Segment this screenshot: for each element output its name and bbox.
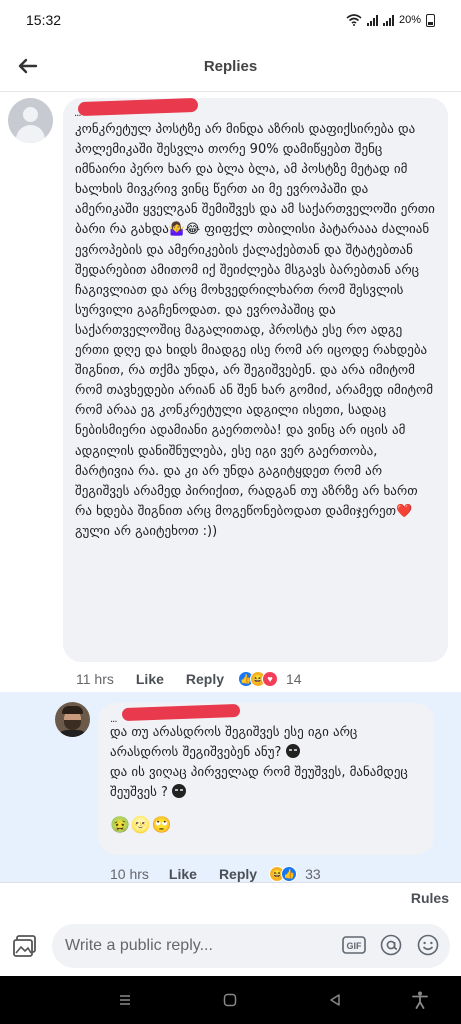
like-button[interactable]: Like	[169, 866, 197, 882]
battery-icon	[426, 13, 435, 27]
photo-icon	[13, 935, 36, 957]
reply-button[interactable]: Reply	[186, 671, 224, 687]
wifi-icon	[346, 14, 362, 26]
photo-button[interactable]	[12, 934, 38, 958]
reply-text: და თუ არასდროს შეგიშვეს ესე იგი არც არას…	[110, 723, 422, 803]
reply-line-2: და ის ვიღაც პირველად რომ შეუშვეს, მანამდ…	[110, 765, 412, 801]
home-icon	[223, 993, 237, 1007]
reaction-count: 14	[286, 671, 302, 687]
status-icons: 20%	[346, 13, 435, 27]
back-icon	[330, 994, 340, 1006]
reply-time: 10 hrs	[110, 866, 149, 882]
comment-actions: 11 hrs Like Reply 👍 😆 ♥ 14	[76, 671, 302, 687]
divider	[0, 882, 461, 883]
reply-composer: Write a public reply... GIF	[0, 920, 461, 974]
gif-button[interactable]: GIF	[341, 932, 367, 958]
recents-button[interactable]	[113, 988, 137, 1012]
dark-face-emoji-icon	[285, 744, 300, 759]
reaction-count: 33	[305, 866, 321, 882]
comment-author[interactable]: ...	[74, 108, 81, 119]
avatar-beard	[64, 720, 81, 730]
reply-bubble: და თუ არასდროს შეგიშვეს ესე იგი არც არას…	[98, 703, 434, 855]
system-back-button[interactable]	[323, 988, 347, 1012]
reply-emojis: 🤢🌝🙄	[110, 815, 173, 835]
home-button[interactable]	[218, 988, 242, 1012]
avatar[interactable]	[8, 98, 53, 143]
back-arrow-icon	[18, 58, 38, 74]
mention-button[interactable]	[378, 932, 404, 958]
reactions-summary[interactable]: 😆 👍	[269, 866, 298, 882]
emoji-icon	[417, 934, 439, 956]
composer-placeholder: Write a public reply...	[65, 937, 213, 954]
accessibility-icon	[412, 991, 428, 1009]
gif-icon: GIF	[342, 936, 366, 954]
reply-button[interactable]: Reply	[219, 866, 257, 882]
reactions-summary[interactable]: 👍 😆 ♥	[238, 671, 279, 687]
avatar[interactable]	[55, 702, 90, 737]
avatar-placeholder-body	[16, 125, 45, 143]
reply-author[interactable]: ...	[110, 714, 117, 725]
back-button[interactable]	[14, 52, 42, 80]
avatar-shirt	[57, 730, 88, 737]
signal-icon	[382, 14, 394, 26]
avatar-placeholder-head	[23, 107, 38, 122]
rules-link[interactable]: Rules	[411, 890, 449, 906]
avatar-hair	[62, 706, 83, 714]
emoji-button[interactable]	[415, 932, 441, 958]
svg-text:GIF: GIF	[347, 941, 363, 951]
like-button[interactable]: Like	[136, 671, 164, 687]
comment-text: კონკრეტულ პოსტზე არ მინდა აზრის დაფიქსირ…	[75, 122, 440, 539]
reply-actions: 10 hrs Like Reply 😆 👍 33	[110, 866, 321, 882]
love-reaction-icon: ♥	[262, 671, 279, 687]
app-header: Replies	[0, 42, 461, 92]
dark-face-emoji-icon	[172, 784, 187, 799]
accessibility-button[interactable]	[408, 988, 432, 1012]
battery-percent: 20%	[398, 14, 421, 26]
comment-bubble: კონკრეტულ პოსტზე არ მინდა აზრის დაფიქსირ…	[63, 98, 448, 662]
page-title: Replies	[203, 58, 258, 75]
reply-line-1: და თუ არასდროს შეგიშვეს ესე იგი არც არას…	[110, 725, 362, 761]
system-nav-bar	[0, 976, 461, 1024]
like-reaction-icon: 👍	[281, 866, 298, 882]
status-bar: 15:32 20%	[0, 0, 461, 40]
mention-icon	[380, 934, 402, 956]
signal-icon	[366, 14, 378, 26]
recents-icon	[120, 995, 130, 1005]
comment-time: 11 hrs	[76, 671, 114, 687]
status-time: 15:32	[26, 12, 62, 28]
